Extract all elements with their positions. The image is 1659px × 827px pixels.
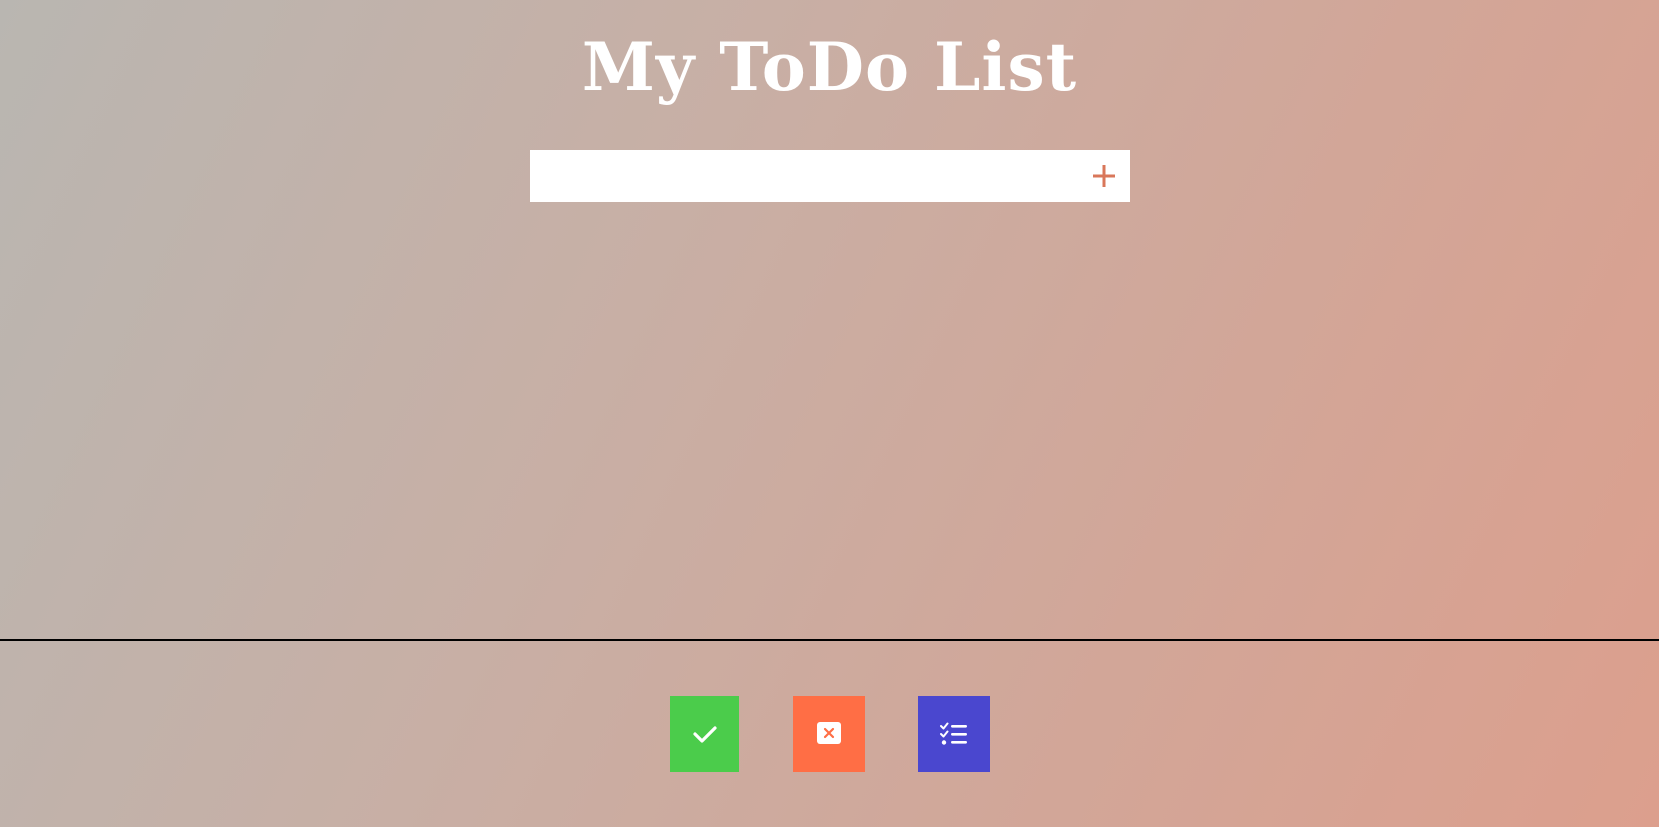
checklist-icon	[940, 722, 967, 745]
all-filter-button[interactable]	[918, 696, 990, 772]
plus-icon	[1093, 165, 1115, 187]
todo-input[interactable]	[530, 150, 1070, 202]
check-icon	[692, 726, 717, 743]
page-title: My ToDo List	[581, 28, 1078, 106]
complete-filter-button[interactable]	[670, 696, 739, 772]
delete-filter-button[interactable]	[793, 696, 865, 772]
add-todo-button[interactable]	[1078, 150, 1130, 202]
todo-list	[530, 220, 1130, 620]
close-box-icon	[817, 722, 841, 744]
divider	[0, 639, 1659, 641]
todo-input-bar	[530, 150, 1130, 202]
